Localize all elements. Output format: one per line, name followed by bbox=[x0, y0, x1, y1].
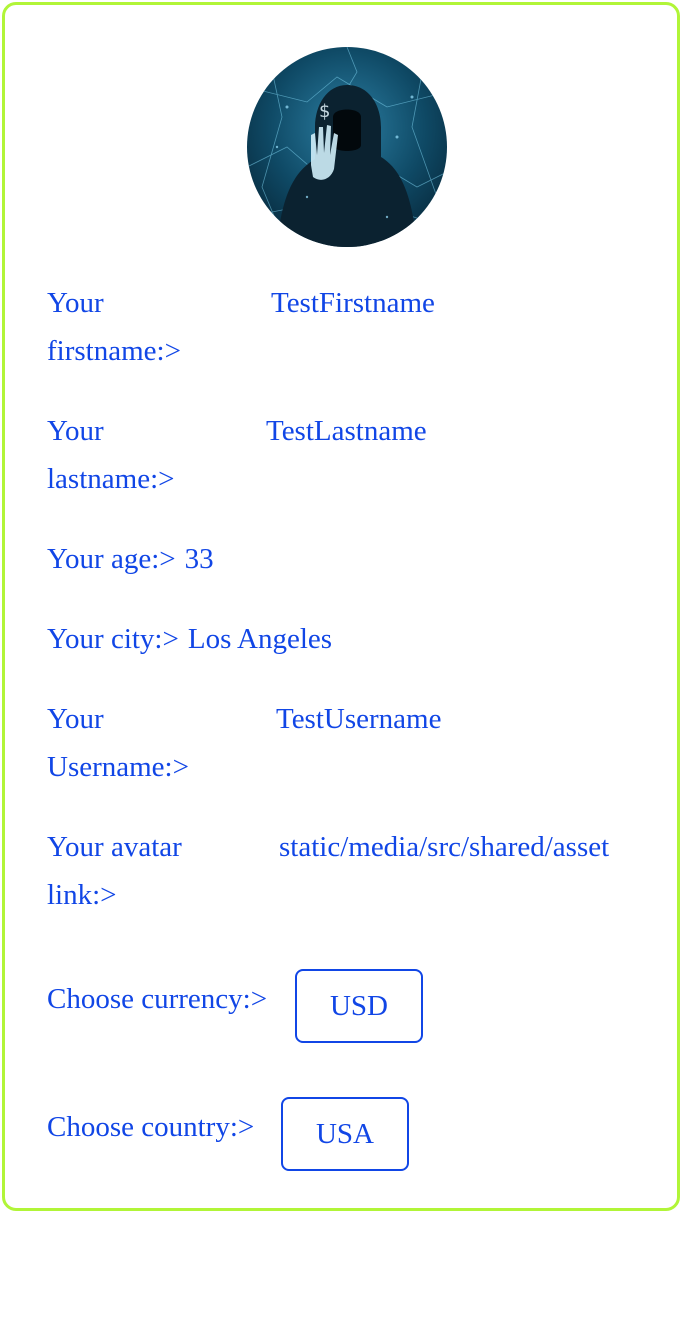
age-row: Your age:> 33 bbox=[47, 535, 214, 583]
currency-select-button[interactable]: USD bbox=[295, 969, 423, 1043]
city-label: Your city:> bbox=[47, 623, 179, 655]
lastname-label-line1: Your bbox=[47, 415, 104, 447]
currency-row: Choose currency:> bbox=[47, 975, 267, 1023]
firstname-row: Your firstname:> TestFirstname bbox=[47, 279, 435, 375]
city-row: Your city:> Los Angeles bbox=[47, 615, 332, 663]
svg-text:$: $ bbox=[319, 101, 330, 122]
username-value: TestUsername bbox=[276, 703, 442, 735]
firstname-label-line1: Your bbox=[47, 287, 104, 319]
avatar-link-value: static/media/src/shared/asset bbox=[279, 831, 610, 863]
hooded-hacker-avatar-icon: $ bbox=[247, 47, 447, 247]
username-row: Your Username:> TestUsername bbox=[47, 695, 441, 791]
city-value: Los Angeles bbox=[187, 623, 333, 655]
username-label-line2: Username:> bbox=[47, 751, 189, 783]
currency-label: Choose currency:> bbox=[47, 983, 268, 1015]
profile-card: $ Your firstname:> TestFirstname Your la… bbox=[2, 2, 680, 1211]
avatar-link-label-line1: Your avatar bbox=[47, 831, 182, 863]
country-select-button[interactable]: USA bbox=[281, 1097, 409, 1171]
avatar: $ bbox=[247, 47, 447, 247]
age-label: Your age:> bbox=[47, 543, 176, 575]
firstname-value: TestFirstname bbox=[271, 287, 435, 319]
country-row: Choose country:> bbox=[47, 1103, 254, 1151]
lastname-value: TestLastname bbox=[266, 415, 427, 447]
username-label-line1: Your bbox=[47, 703, 104, 735]
country-label: Choose country:> bbox=[47, 1111, 255, 1143]
firstname-label-line2: firstname:> bbox=[47, 335, 181, 367]
age-value: 33 bbox=[184, 543, 214, 575]
lastname-row: Your lastname:> TestLastname bbox=[47, 407, 427, 503]
avatar-link-row: Your avatar link:> static/media/src/shar… bbox=[47, 823, 609, 919]
lastname-label-line2: lastname:> bbox=[47, 463, 175, 495]
avatar-link-label-line2: link:> bbox=[47, 879, 117, 911]
